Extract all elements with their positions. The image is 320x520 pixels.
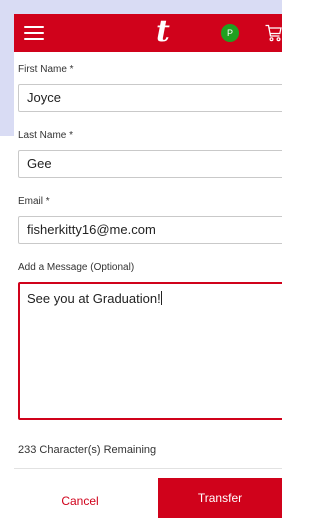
first-name-field[interactable]: Joyce bbox=[18, 84, 282, 112]
transfer-sheet: t P First Name * Joyce Last Name * Gee E… bbox=[14, 14, 282, 505]
last-name-field[interactable]: Gee bbox=[18, 150, 282, 178]
text-caret bbox=[160, 291, 162, 305]
email-field[interactable]: fisherkitty16@me.com bbox=[18, 216, 282, 244]
email-label: Email * bbox=[18, 196, 50, 207]
top-app-bar: t P bbox=[14, 14, 282, 52]
cancel-button[interactable]: Cancel bbox=[24, 482, 136, 520]
message-label: Add a Message (Optional) bbox=[18, 262, 135, 273]
transfer-button[interactable]: Transfer bbox=[158, 478, 282, 518]
message-text: See you at Graduation! bbox=[27, 291, 161, 306]
shopping-cart-icon[interactable] bbox=[265, 24, 282, 42]
last-name-label: Last Name * bbox=[18, 130, 74, 141]
hamburger-menu-icon[interactable] bbox=[24, 25, 44, 41]
first-name-label: First Name * bbox=[18, 64, 74, 75]
background-strip bbox=[0, 0, 282, 14]
character-counter: 233 Character(s) Remaining bbox=[18, 444, 157, 456]
divider bbox=[14, 468, 282, 469]
message-textarea[interactable]: See you at Graduation! bbox=[18, 282, 282, 420]
brand-logo[interactable]: t bbox=[156, 15, 170, 49]
avatar[interactable]: P bbox=[221, 24, 239, 42]
